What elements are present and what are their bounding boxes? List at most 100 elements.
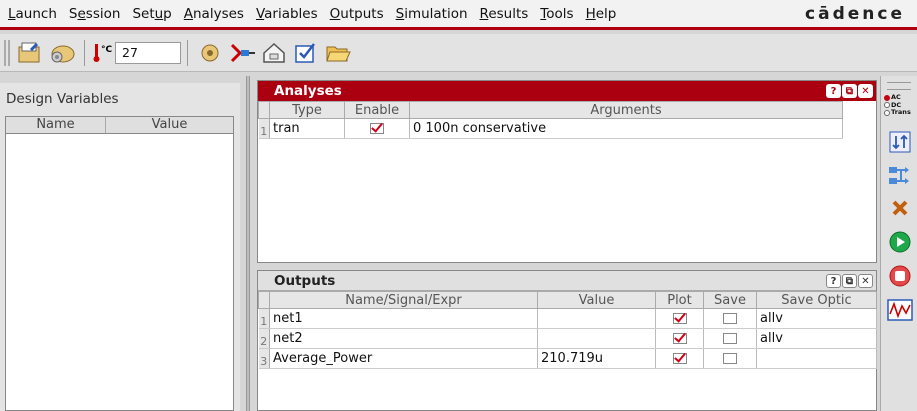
radio-icon[interactable] (884, 109, 890, 116)
column-header-name[interactable]: Name (6, 117, 106, 133)
column-header-arguments[interactable]: Arguments (409, 101, 843, 119)
save-checkbox[interactable] (723, 313, 737, 324)
hierarchy-icon[interactable] (885, 162, 915, 190)
plot-checkbox[interactable] (672, 353, 687, 364)
house-state-icon[interactable] (258, 38, 290, 68)
column-header-save[interactable]: Save (703, 291, 757, 309)
analyses-title: Analyses (274, 83, 342, 99)
restore-icon[interactable]: ⧉ (842, 274, 857, 288)
analysis-row[interactable]: 1 tran 0 100n conservative (258, 118, 843, 139)
output-value-cell (537, 308, 656, 329)
menu-item[interactable]: Help (580, 1, 623, 27)
svg-text:°C: °C (101, 45, 113, 55)
menu-item[interactable]: Variables (250, 1, 324, 27)
row-number: 1 (258, 118, 270, 139)
open-folder-icon[interactable] (322, 38, 354, 68)
save-checkbox[interactable] (723, 353, 737, 364)
output-save-cell[interactable] (703, 348, 757, 369)
menu-item[interactable]: Analyses (178, 1, 250, 27)
toolbar-separator (187, 39, 188, 66)
row-number: 3 (258, 348, 270, 369)
save-state-icon[interactable] (14, 38, 46, 68)
output-row[interactable]: 1 net1 allv (258, 308, 877, 329)
edit-checklist-icon[interactable] (290, 38, 322, 68)
output-save-options-cell[interactable]: allv (756, 328, 877, 349)
probe-icon[interactable] (226, 38, 258, 68)
output-plot-cell[interactable] (655, 308, 704, 329)
design-variables-title: Design Variables (6, 91, 119, 107)
analysis-type-radios: AC DC Trans (884, 93, 911, 117)
output-name-cell[interactable]: net1 (269, 308, 538, 329)
outputs-title-bar: Outputs ? ⧉ ✕ (258, 271, 876, 291)
output-value-cell: 210.719u (537, 348, 656, 369)
column-header-enable[interactable]: Enable (344, 101, 410, 119)
output-row[interactable]: 2 net2 allv (258, 328, 877, 349)
menu-item[interactable]: Results (474, 1, 535, 27)
enable-checkbox[interactable] (370, 123, 384, 134)
output-plot-cell[interactable] (655, 348, 704, 369)
column-header-value[interactable]: Value (106, 117, 233, 133)
menu-items: Launch Session Setup Analyses Variables Outpu… (0, 1, 622, 27)
help-icon[interactable]: ? (826, 274, 841, 288)
output-row[interactable]: 3 Average_Power 210.719u (258, 348, 877, 369)
outputs-title: Outputs (274, 272, 336, 289)
plot-checkbox[interactable] (672, 313, 687, 324)
column-header-name-signal-expr[interactable]: Name/Signal/Expr (269, 291, 538, 309)
close-icon[interactable]: ✕ (858, 274, 873, 288)
menubar: Launch Session Setup Analyses Variables Outpu… (0, 0, 917, 30)
row-number: 1 (258, 308, 270, 329)
output-save-options-cell[interactable] (756, 348, 877, 369)
help-icon[interactable]: ? (826, 84, 841, 98)
run-simulation-icon[interactable] (885, 228, 915, 256)
output-name-cell[interactable]: Average_Power (269, 348, 538, 369)
plot-waveform-icon[interactable] (885, 296, 915, 324)
analysis-enable-cell[interactable] (344, 118, 410, 139)
row-number: 2 (258, 328, 270, 349)
row-number-header (258, 291, 270, 309)
menu-item[interactable]: Outputs (324, 1, 390, 27)
panel-splitter[interactable] (246, 76, 250, 411)
row-number-header (258, 101, 270, 119)
menu-item[interactable]: Session (63, 1, 127, 27)
output-save-cell[interactable] (703, 308, 757, 329)
menu-item[interactable]: Tools (534, 1, 579, 27)
analysis-type-cell[interactable]: tran (269, 118, 345, 139)
column-header-save-options[interactable]: Save Optic (756, 291, 877, 309)
design-variables-table[interactable]: Name Value (5, 116, 234, 411)
radio-icon[interactable] (884, 94, 890, 101)
analyses-panel: Analyses ? ⧉ ✕ Type Enable Arguments 1 tr… (257, 80, 877, 263)
save-checkbox[interactable] (723, 333, 737, 344)
output-save-cell[interactable] (703, 328, 757, 349)
analysis-arguments-cell[interactable]: 0 100n conservative (409, 118, 843, 139)
radio-icon[interactable] (884, 102, 890, 109)
delete-icon[interactable] (885, 194, 915, 222)
column-header-value[interactable]: Value (537, 291, 656, 309)
toolbar-grip[interactable] (4, 39, 10, 66)
output-name-cell[interactable]: net2 (269, 328, 538, 349)
plot-checkbox[interactable] (672, 333, 687, 344)
thermometer-icon: °C (91, 38, 113, 68)
restore-icon[interactable]: ⧉ (842, 84, 857, 98)
setup-gears-icon[interactable] (46, 38, 78, 68)
sort-icon[interactable] (885, 128, 915, 156)
column-header-type[interactable]: Type (269, 101, 345, 119)
analysis-radio-trans[interactable]: Trans (884, 108, 911, 117)
stop-simulation-icon[interactable] (885, 262, 915, 290)
netlist-gears-icon[interactable] (194, 38, 226, 68)
outputs-table: Name/Signal/Expr Value Plot Save Save Op… (258, 291, 877, 369)
toolbar-grip[interactable] (887, 82, 911, 90)
cadence-logo: cādence (805, 4, 905, 24)
menu-item[interactable]: Simulation (390, 1, 474, 27)
menu-item[interactable]: Launch (2, 1, 63, 27)
close-icon[interactable]: ✕ (858, 84, 873, 98)
analyses-table: Type Enable Arguments 1 tran 0 100n conser… (258, 101, 843, 139)
menu-item[interactable]: Setup (126, 1, 177, 27)
output-plot-cell[interactable] (655, 328, 704, 349)
design-variables-header: Name Value (6, 117, 233, 134)
output-save-options-cell[interactable]: allv (756, 308, 877, 329)
column-header-plot[interactable]: Plot (655, 291, 704, 309)
temperature-input[interactable]: 27 (115, 41, 181, 64)
outputs-panel: Outputs ? ⧉ ✕ Name/Signal/Expr Value Plo… (257, 270, 877, 411)
toolbar-separator (84, 39, 85, 66)
right-toolbar: AC DC Trans (880, 76, 917, 411)
